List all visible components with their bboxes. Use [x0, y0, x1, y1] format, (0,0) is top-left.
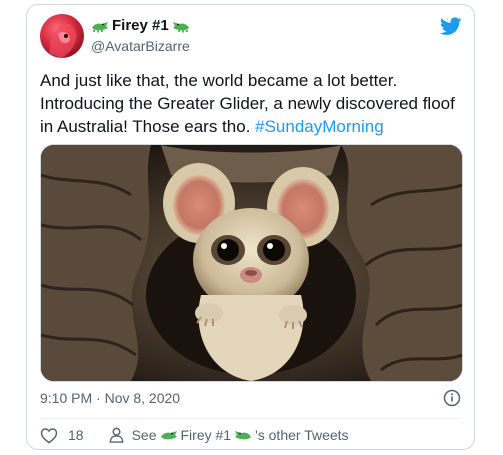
heart-icon[interactable] [40, 427, 58, 444]
avatar[interactable] [40, 14, 84, 58]
twitter-bird-icon[interactable] [440, 17, 462, 36]
divider [40, 418, 461, 419]
user-handle[interactable]: @AvatarBizarre [91, 38, 190, 54]
crocodile-emoji-icon [172, 21, 189, 32]
greater-glider-photo [41, 145, 462, 381]
tweet-body: And just like that, the world became a l… [40, 71, 455, 136]
crocodile-emoji-icon [160, 431, 177, 440]
display-name[interactable]: Firey #1 [112, 17, 169, 34]
see-prefix: See [131, 427, 157, 443]
see-other-tweets-link[interactable]: See Firey #1 's other Tweets [132, 427, 349, 443]
hashtag-link[interactable]: #SundayMorning [255, 117, 384, 136]
see-suffix: 's other Tweets [255, 427, 349, 443]
crocodile-emoji-icon [235, 431, 252, 440]
tweet-actions: 18 See Firey #1 's other Tweets [40, 426, 349, 444]
see-name: Firey #1 [180, 427, 232, 443]
crocodile-emoji-icon [92, 21, 108, 32]
tweet-text: And just like that, the world became a l… [40, 69, 468, 138]
person-icon [109, 427, 123, 443]
tweet-photo[interactable] [40, 144, 463, 382]
info-icon[interactable] [443, 389, 461, 407]
like-count[interactable]: 18 [68, 427, 84, 443]
tweet-card: Firey #1 @AvatarBizarre And just like th… [26, 4, 475, 450]
display-name-row[interactable]: Firey #1 [91, 17, 190, 34]
tweet-timestamp[interactable]: 9:10 PM · Nov 8, 2020 [40, 390, 180, 406]
